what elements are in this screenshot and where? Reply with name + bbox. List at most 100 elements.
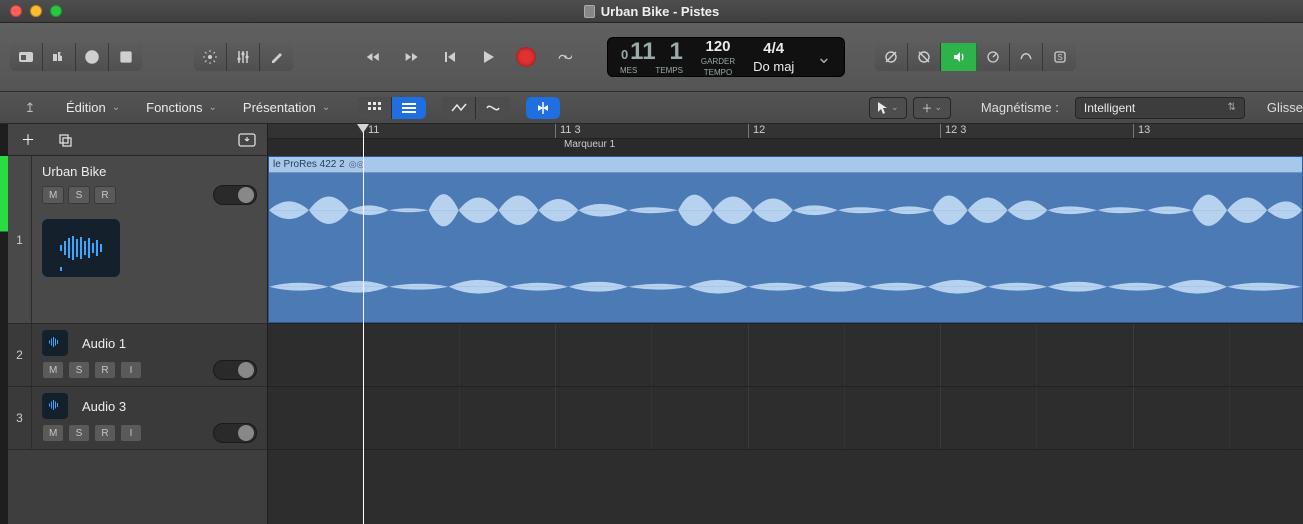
track-header-1[interactable]: 1 Urban Bike M S R [8,156,267,324]
chevron-updown-icon: ⇅ [1227,102,1235,113]
drag-label: Glisse [1267,100,1303,115]
record-enable-button[interactable]: R [94,424,116,442]
window-title: Urban Bike - Pistes [601,4,720,19]
duplicate-track-button[interactable] [52,129,80,151]
track-headers: ＋ 1 Urban Bike M S R [8,124,268,524]
tuner-button[interactable] [977,43,1010,71]
lcd-timesig: 4/4 [763,40,784,57]
library-button[interactable] [10,43,43,71]
flex-button[interactable] [476,97,510,119]
playhead[interactable] [363,124,364,524]
cmd-click-tool[interactable]: ＋⌄ [913,97,951,119]
lcd-mes: 11 [630,40,655,64]
track-lane-1[interactable]: le ProRes 422 2 ◎◎ [268,156,1303,324]
track-name[interactable]: Urban Bike [42,164,257,179]
rewind-button[interactable] [355,41,393,73]
play-button[interactable] [469,41,507,73]
chevron-down-icon: ⌄ [112,102,120,113]
solo-safe-button[interactable]: S [1043,43,1076,71]
region-name: le ProRes 422 2 [273,159,345,170]
mixer-button[interactable] [43,43,76,71]
svg-text:S: S [1057,53,1062,62]
lcd-tempo-label1: GARDER [701,57,735,66]
menu-presentation[interactable]: Présentation⌄ [235,97,338,118]
track-lane-2[interactable] [268,324,1303,387]
collapse-up-icon[interactable]: ↥ [12,100,48,116]
record-enable-button[interactable]: R [94,361,116,379]
ruler-bar: 12 [748,124,765,138]
global-tracks-button[interactable] [233,129,261,151]
left-click-tool[interactable]: ⌄ [869,97,907,119]
input-monitor-button[interactable]: I [120,361,142,379]
snap-value: Intelligent [1084,101,1135,115]
cycle-button[interactable] [545,41,583,73]
lcd-temps: 1 [670,40,683,64]
lcd-tempo: 120 [706,38,731,55]
snap-select[interactable]: Intelligent ⇅ [1075,97,1245,119]
loop-browser-button[interactable] [1010,43,1043,71]
marker[interactable]: Marqueur 1 [564,139,615,150]
download-button[interactable] [109,43,142,71]
view-grid-button[interactable] [358,97,392,119]
countin-button[interactable] [908,43,941,71]
lcd-display[interactable]: 0 11 1 MES TEMPS 120 GARDER TEMPO 4/4 Do… [607,37,845,77]
track-enable-toggle[interactable] [213,423,257,443]
menu-edit[interactable]: Édition⌄ [58,97,128,118]
track-icon[interactable] [42,330,68,356]
solo-button[interactable]: S [68,361,90,379]
track-icon[interactable] [42,393,68,419]
menu-functions[interactable]: Fonctions⌄ [138,97,225,118]
waveform-icon [49,400,62,412]
audio-region[interactable]: le ProRes 422 2 ◎◎ [268,156,1303,323]
lcd-menu-chevron-icon[interactable]: ⌄ [816,47,832,68]
waveform [269,173,1302,322]
snap-label: Magnétisme : [981,100,1059,115]
lcd-mes-label: MES [620,66,637,75]
track-lane-3[interactable] [268,387,1303,450]
main-toolbar: ? 0 11 1 MES TEMPS 120 [0,23,1303,92]
track-header-2[interactable]: 2 Audio 1 M S R I [8,324,267,387]
help-button[interactable]: ? [76,43,109,71]
svg-text:?: ? [90,53,95,62]
track-number: 3 [8,387,32,449]
mute-button[interactable]: M [42,361,64,379]
ruler-bar: 13 [1133,124,1150,138]
mute-button[interactable]: M [42,186,64,204]
catch-playhead-button[interactable] [526,97,560,119]
track-enable-toggle[interactable] [213,185,257,205]
view-list-button[interactable] [392,97,426,119]
track-number: 1 [8,156,32,323]
track-name[interactable]: Audio 1 [82,336,126,351]
metronome-button[interactable] [875,43,908,71]
add-track-button[interactable]: ＋ [14,129,42,151]
record-button[interactable] [507,41,545,73]
master-volume-button[interactable] [941,43,977,71]
solo-button[interactable]: S [68,186,90,204]
titlebar: Urban Bike - Pistes [0,0,1303,23]
editor-button[interactable] [260,43,293,71]
chevron-down-icon: ⌄ [322,102,330,113]
solo-button[interactable]: S [68,424,90,442]
mute-button[interactable]: M [42,424,64,442]
track-name[interactable]: Audio 3 [82,399,126,414]
forward-button[interactable] [393,41,431,73]
arrange-area[interactable]: 11 11 3 12 12 3 13 Marqueur 1 le ProRes … [268,124,1303,524]
track-icon[interactable] [42,219,120,277]
workspace: ＋ 1 Urban Bike M S R [0,124,1303,524]
ruler[interactable]: 11 11 3 12 12 3 13 Marqueur 1 [268,124,1303,156]
lcd-key: Do maj [753,59,794,74]
lcd-temps-label: TEMPS [655,66,683,75]
track-header-3[interactable]: 3 Audio 3 M S R I [8,387,267,450]
go-to-start-button[interactable] [431,41,469,73]
mixer-sliders-button[interactable] [227,43,260,71]
smart-controls-button[interactable] [194,43,227,71]
input-monitor-button[interactable]: I [120,424,142,442]
lcd-tempo-label2: TEMPO [704,68,732,77]
record-enable-button[interactable]: R [94,186,116,204]
track-enable-toggle[interactable] [213,360,257,380]
ruler-bar: 11 3 [555,124,581,138]
ruler-bar: 12 3 [940,124,966,138]
automation-button[interactable] [442,97,476,119]
chevron-down-icon: ⌄ [209,102,217,113]
track-number: 2 [8,324,32,386]
